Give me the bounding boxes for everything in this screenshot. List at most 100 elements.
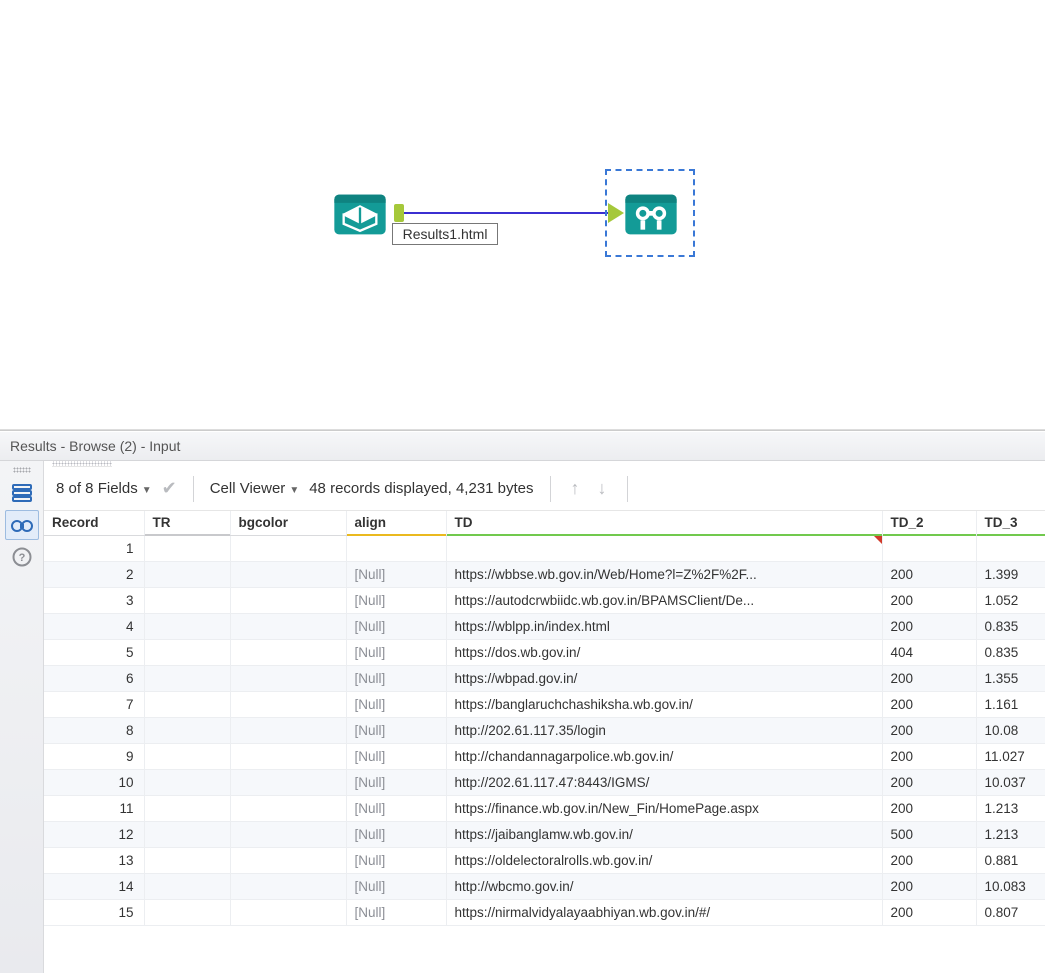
cell[interactable]: [Null] bbox=[346, 873, 446, 899]
cell[interactable]: [Null] bbox=[346, 821, 446, 847]
cell[interactable]: https://finance.wb.gov.in/New_Fin/HomePa… bbox=[446, 795, 882, 821]
col-record[interactable]: Record bbox=[44, 511, 144, 535]
cell[interactable] bbox=[230, 665, 346, 691]
col-bgcolor[interactable]: bgcolor bbox=[230, 511, 346, 535]
cell[interactable]: [Null] bbox=[346, 639, 446, 665]
rail-table-view-button[interactable] bbox=[5, 478, 39, 508]
workflow-canvas[interactable]: Results1.html bbox=[0, 0, 1045, 430]
table-row[interactable]: 10[Null]http://202.61.117.47:8443/IGMS/2… bbox=[44, 769, 1045, 795]
cell[interactable]: 3 bbox=[44, 587, 144, 613]
cell[interactable]: 13 bbox=[44, 847, 144, 873]
cell[interactable]: [Null] bbox=[346, 691, 446, 717]
cell[interactable]: http://wbcmo.gov.in/ bbox=[446, 873, 882, 899]
cell[interactable] bbox=[144, 899, 230, 925]
cell[interactable]: 0.807 bbox=[976, 899, 1045, 925]
cell[interactable]: 404 bbox=[882, 639, 976, 665]
cell[interactable]: [Null] bbox=[346, 717, 446, 743]
cell[interactable] bbox=[230, 639, 346, 665]
table-row[interactable]: 7[Null]https://banglaruchchashiksha.wb.g… bbox=[44, 691, 1045, 717]
table-row[interactable]: 11[Null]https://finance.wb.gov.in/New_Fi… bbox=[44, 795, 1045, 821]
cell[interactable] bbox=[446, 535, 882, 561]
cell[interactable] bbox=[144, 821, 230, 847]
cell[interactable]: [Null] bbox=[346, 769, 446, 795]
cell[interactable]: 1.213 bbox=[976, 821, 1045, 847]
cell[interactable]: https://wblpp.in/index.html bbox=[446, 613, 882, 639]
cell[interactable]: 14 bbox=[44, 873, 144, 899]
rail-help-button[interactable]: ? bbox=[5, 542, 39, 572]
cell[interactable] bbox=[230, 795, 346, 821]
cell[interactable] bbox=[144, 535, 230, 561]
cell[interactable]: 200 bbox=[882, 691, 976, 717]
cell[interactable]: 4 bbox=[44, 613, 144, 639]
cell[interactable] bbox=[230, 561, 346, 587]
cell[interactable]: https://nirmalvidyalayaabhiyan.wb.gov.in… bbox=[446, 899, 882, 925]
table-row[interactable]: 15[Null]https://nirmalvidyalayaabhiyan.w… bbox=[44, 899, 1045, 925]
cell[interactable] bbox=[230, 847, 346, 873]
cell[interactable]: 1.399 bbox=[976, 561, 1045, 587]
col-tr[interactable]: TR bbox=[144, 511, 230, 535]
cell[interactable]: 0.835 bbox=[976, 613, 1045, 639]
browse-tool-node[interactable] bbox=[623, 183, 679, 242]
cell[interactable] bbox=[144, 665, 230, 691]
cell[interactable]: http://202.61.117.47:8443/IGMS/ bbox=[446, 769, 882, 795]
cell[interactable] bbox=[230, 743, 346, 769]
cell[interactable]: 200 bbox=[882, 873, 976, 899]
cell[interactable] bbox=[144, 743, 230, 769]
cell-viewer-dropdown[interactable]: Cell Viewer▼ bbox=[210, 480, 300, 497]
cell[interactable]: 11 bbox=[44, 795, 144, 821]
cell[interactable]: https://wbpad.gov.in/ bbox=[446, 665, 882, 691]
results-table[interactable]: Record TR bgcolor align TD TD_2 TD_3 12[… bbox=[44, 511, 1045, 926]
cell[interactable]: http://chandannagarpolice.wb.gov.in/ bbox=[446, 743, 882, 769]
cell[interactable] bbox=[230, 717, 346, 743]
table-row[interactable]: 1 bbox=[44, 535, 1045, 561]
cell[interactable] bbox=[976, 535, 1045, 561]
cell[interactable]: 8 bbox=[44, 717, 144, 743]
cell[interactable]: 200 bbox=[882, 717, 976, 743]
table-row[interactable]: 5[Null]https://dos.wb.gov.in/4040.835 bbox=[44, 639, 1045, 665]
cell[interactable]: 200 bbox=[882, 743, 976, 769]
cell[interactable]: 12 bbox=[44, 821, 144, 847]
table-row[interactable]: 8[Null]http://202.61.117.35/login20010.0… bbox=[44, 717, 1045, 743]
table-row[interactable]: 9 [Null]http://chandannagarpolice.wb.gov.… bbox=[44, 743, 1045, 769]
cell[interactable]: 9 bbox=[44, 743, 144, 769]
cell[interactable] bbox=[882, 535, 976, 561]
cell[interactable]: 0.835 bbox=[976, 639, 1045, 665]
table-row[interactable]: 12 [Null]https://jaibanglamw.wb.gov.in/50… bbox=[44, 821, 1045, 847]
node-output-anchor[interactable] bbox=[394, 204, 404, 222]
table-row[interactable]: 4[Null]https://wblpp.in/index.html2000.8… bbox=[44, 613, 1045, 639]
cell[interactable] bbox=[144, 795, 230, 821]
cell[interactable]: 200 bbox=[882, 561, 976, 587]
cell[interactable] bbox=[144, 691, 230, 717]
cell[interactable]: [Null] bbox=[346, 899, 446, 925]
col-align[interactable]: align bbox=[346, 511, 446, 535]
cell[interactable]: 500 bbox=[882, 821, 976, 847]
cell[interactable]: https://oldelectoralrolls.wb.gov.in/ bbox=[446, 847, 882, 873]
cell[interactable]: 200 bbox=[882, 847, 976, 873]
table-row[interactable]: 14 [Null]http://wbcmo.gov.in/20010.083 bbox=[44, 873, 1045, 899]
col-td3[interactable]: TD_3 bbox=[976, 511, 1045, 535]
cell[interactable]: 2 bbox=[44, 561, 144, 587]
table-row[interactable]: 13 [Null]https://oldelectoralrolls.wb.gov… bbox=[44, 847, 1045, 873]
cell[interactable] bbox=[230, 769, 346, 795]
cell[interactable]: [Null] bbox=[346, 587, 446, 613]
cell[interactable] bbox=[346, 535, 446, 561]
cell[interactable] bbox=[144, 639, 230, 665]
table-row[interactable]: 3[Null]https://autodcrwbiidc.wb.gov.in/B… bbox=[44, 587, 1045, 613]
col-td[interactable]: TD bbox=[446, 511, 882, 535]
cell[interactable]: [Null] bbox=[346, 561, 446, 587]
cell[interactable]: https://jaibanglamw.wb.gov.in/ bbox=[446, 821, 882, 847]
connector[interactable] bbox=[404, 212, 610, 214]
cell[interactable]: [Null] bbox=[346, 847, 446, 873]
cell[interactable]: https://wbbse.wb.gov.in/Web/Home?l=Z%2F%… bbox=[446, 561, 882, 587]
cell[interactable]: 11.027 bbox=[976, 743, 1045, 769]
cell[interactable]: 10.083 bbox=[976, 873, 1045, 899]
cell[interactable]: 0.881 bbox=[976, 847, 1045, 873]
cell[interactable] bbox=[230, 899, 346, 925]
cell[interactable] bbox=[230, 613, 346, 639]
cell[interactable]: 200 bbox=[882, 587, 976, 613]
cell[interactable]: 7 bbox=[44, 691, 144, 717]
cell[interactable] bbox=[144, 717, 230, 743]
cell[interactable]: 1.052 bbox=[976, 587, 1045, 613]
cell[interactable]: [Null] bbox=[346, 743, 446, 769]
cell[interactable] bbox=[144, 587, 230, 613]
